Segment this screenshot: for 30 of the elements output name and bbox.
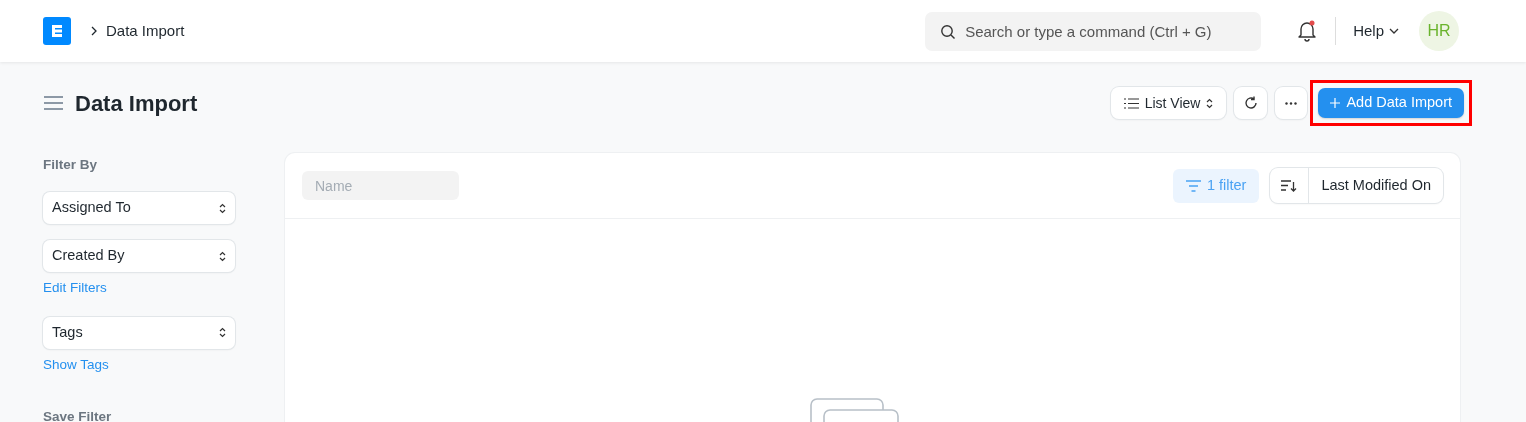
refresh-icon [1243,96,1258,110]
more-icon [1285,101,1298,105]
filter-select[interactable]: Created By [43,240,235,273]
search-icon [940,23,957,40]
view-switcher[interactable]: List View [1110,87,1227,119]
breadcrumb-link[interactable]: Data Import [106,19,185,43]
sort-icon [1281,179,1298,192]
chevron-down-icon [1389,28,1399,34]
menu-icon[interactable] [44,96,63,110]
filter-select[interactable]: Tags [43,316,235,349]
list-icon [1123,97,1139,109]
filter-select[interactable]: Assigned To [43,192,235,225]
sort-field-button[interactable]: Last Modified On [1309,168,1443,203]
sort-control[interactable]: Last Modified On [1270,168,1443,203]
sidebar-heading: Save Filter [43,407,113,422]
notification-bell-icon[interactable] [1297,20,1318,42]
app-logo[interactable] [43,17,71,45]
name-filter-field[interactable]: Name [302,171,459,200]
up-down-caret-icon [219,250,226,262]
plus-icon [1330,98,1341,108]
page-title: Data Import [75,89,198,118]
help-menu[interactable]: Help [1353,19,1399,43]
refresh-button[interactable] [1234,87,1268,119]
chevron-right-icon [90,26,98,36]
filter-icon [1185,179,1201,192]
sidebar-heading: Filter By [43,156,98,174]
search-field[interactable]: Search or type a command (Ctrl + G) [925,11,1262,51]
up-down-caret-icon [219,327,226,338]
up-down-caret-icon [1206,97,1214,109]
up-down-caret-icon [219,202,226,214]
